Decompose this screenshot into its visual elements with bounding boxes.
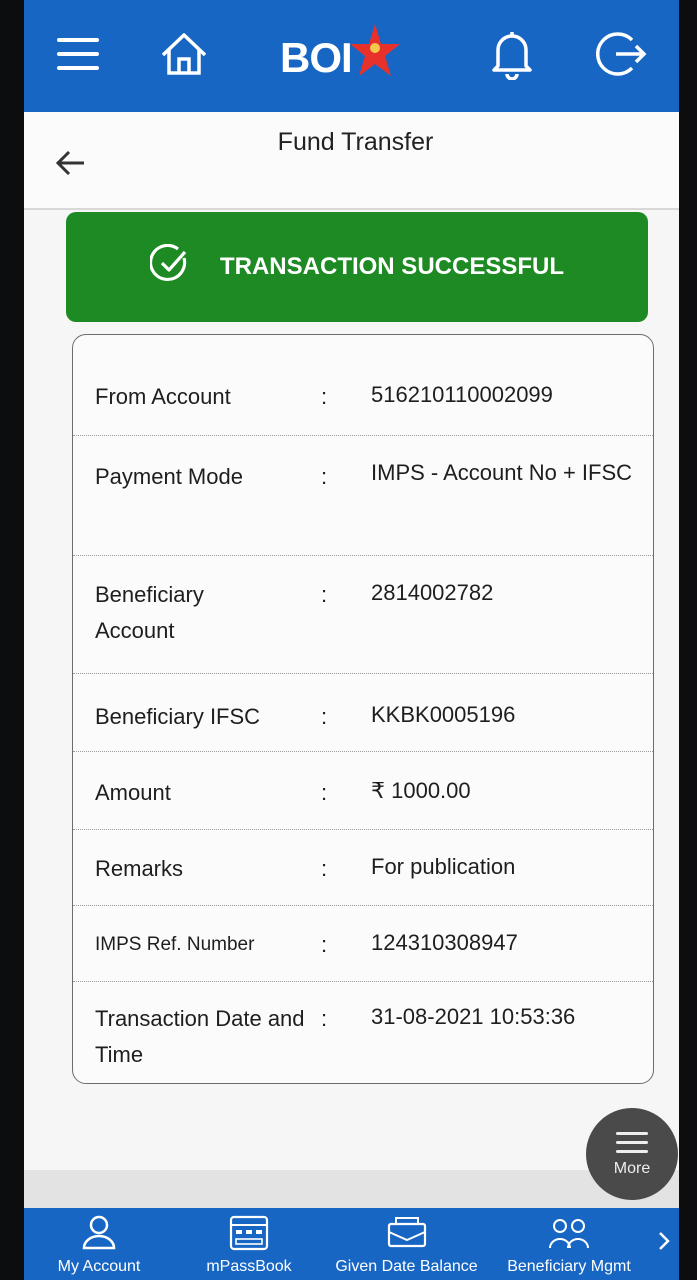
nav-label: Given Date Balance [335, 1258, 478, 1275]
detail-separator: : [321, 932, 328, 957]
nav-mpassbook[interactable]: mPassBook [174, 1208, 324, 1280]
nav-given-date-balance[interactable]: Given Date Balance [324, 1208, 489, 1280]
detail-row: IMPS Ref. Number : 124310308947 [73, 905, 653, 982]
star-icon [349, 24, 400, 76]
detail-label: IMPS Ref. Number [95, 934, 255, 955]
brand-logo: BOI [280, 24, 402, 88]
detail-value: IMPS - Account No + IFSC [371, 460, 633, 485]
detail-separator: : [321, 704, 328, 729]
more-label: More [613, 1160, 651, 1177]
detail-value: 124310308947 [371, 930, 518, 955]
detail-value: 2814002782 [371, 580, 494, 605]
detail-value: For publication [371, 854, 516, 879]
detail-value: ₹ 1000.00 [371, 778, 471, 803]
transaction-details-card: From Account : 516210110002099 Payment M… [72, 334, 654, 1084]
detail-separator: : [321, 856, 328, 881]
detail-row: From Account : 516210110002099 [73, 335, 653, 436]
nav-beneficiary-mgmt[interactable]: Beneficiary Mgmt [489, 1208, 649, 1280]
check-circle-icon [148, 243, 190, 291]
page-title: Fund Transfer [277, 128, 434, 156]
page-header: Fund Transfer [24, 112, 679, 210]
nav-label: My Account [57, 1258, 141, 1275]
menu-icon [614, 1130, 650, 1161]
detail-separator: : [321, 464, 328, 489]
menu-icon[interactable] [48, 22, 108, 86]
nav-next-button[interactable] [649, 1208, 679, 1280]
home-icon[interactable] [154, 22, 214, 86]
nav-my-account[interactable]: My Account [24, 1208, 174, 1280]
detail-row: Transaction Date and Time : 31-08-2021 1… [73, 981, 653, 1081]
user-icon [24, 1214, 174, 1250]
brand-text: BOI [280, 34, 353, 81]
detail-separator: : [321, 384, 328, 409]
success-text: TRANSACTION SUCCESSFUL [219, 253, 564, 280]
balance-icon [324, 1214, 489, 1250]
bottom-spacer [24, 1170, 679, 1208]
nav-label: Beneficiary Mgmt [507, 1258, 631, 1275]
logout-icon[interactable] [592, 22, 652, 86]
app-screen: BOI Fund Transfer TRANSACTION SUCCESSFUL… [24, 0, 679, 1280]
detail-row: Payment Mode : IMPS - Account No + IFSC [73, 435, 653, 556]
more-button[interactable]: More [586, 1108, 678, 1200]
success-banner: TRANSACTION SUCCESSFUL [66, 212, 648, 322]
passbook-icon [174, 1214, 324, 1252]
chevron-right-icon [649, 1230, 679, 1252]
detail-label: Beneficiary Account [95, 582, 204, 643]
detail-separator: : [321, 582, 328, 607]
detail-value: 516210110002099 [371, 382, 553, 407]
detail-label: Payment Mode [95, 464, 243, 489]
top-bar: BOI [24, 0, 679, 112]
detail-separator: : [321, 1006, 328, 1031]
detail-row: Beneficiary Account : 2814002782 [73, 555, 653, 674]
bottom-navigation: My Account mPassBook Given Date Balance … [24, 1208, 679, 1280]
detail-row: Amount : ₹ 1000.00 [73, 751, 653, 830]
bell-icon[interactable] [482, 22, 542, 86]
detail-label: Amount [95, 780, 171, 805]
detail-label: Transaction Date and Time [95, 1006, 305, 1067]
detail-row: Remarks : For publication [73, 829, 653, 906]
detail-value: 31-08-2021 10:53:36 [371, 1004, 576, 1029]
detail-separator: : [321, 780, 328, 805]
detail-label: Beneficiary IFSC [95, 704, 261, 729]
beneficiary-icon [489, 1214, 649, 1252]
detail-row: Beneficiary IFSC : KKBK0005196 [73, 673, 653, 752]
nav-label: mPassBook [206, 1258, 292, 1275]
detail-label: Remarks [95, 856, 184, 881]
detail-value: KKBK0005196 [371, 702, 516, 727]
detail-label: From Account [95, 384, 231, 409]
